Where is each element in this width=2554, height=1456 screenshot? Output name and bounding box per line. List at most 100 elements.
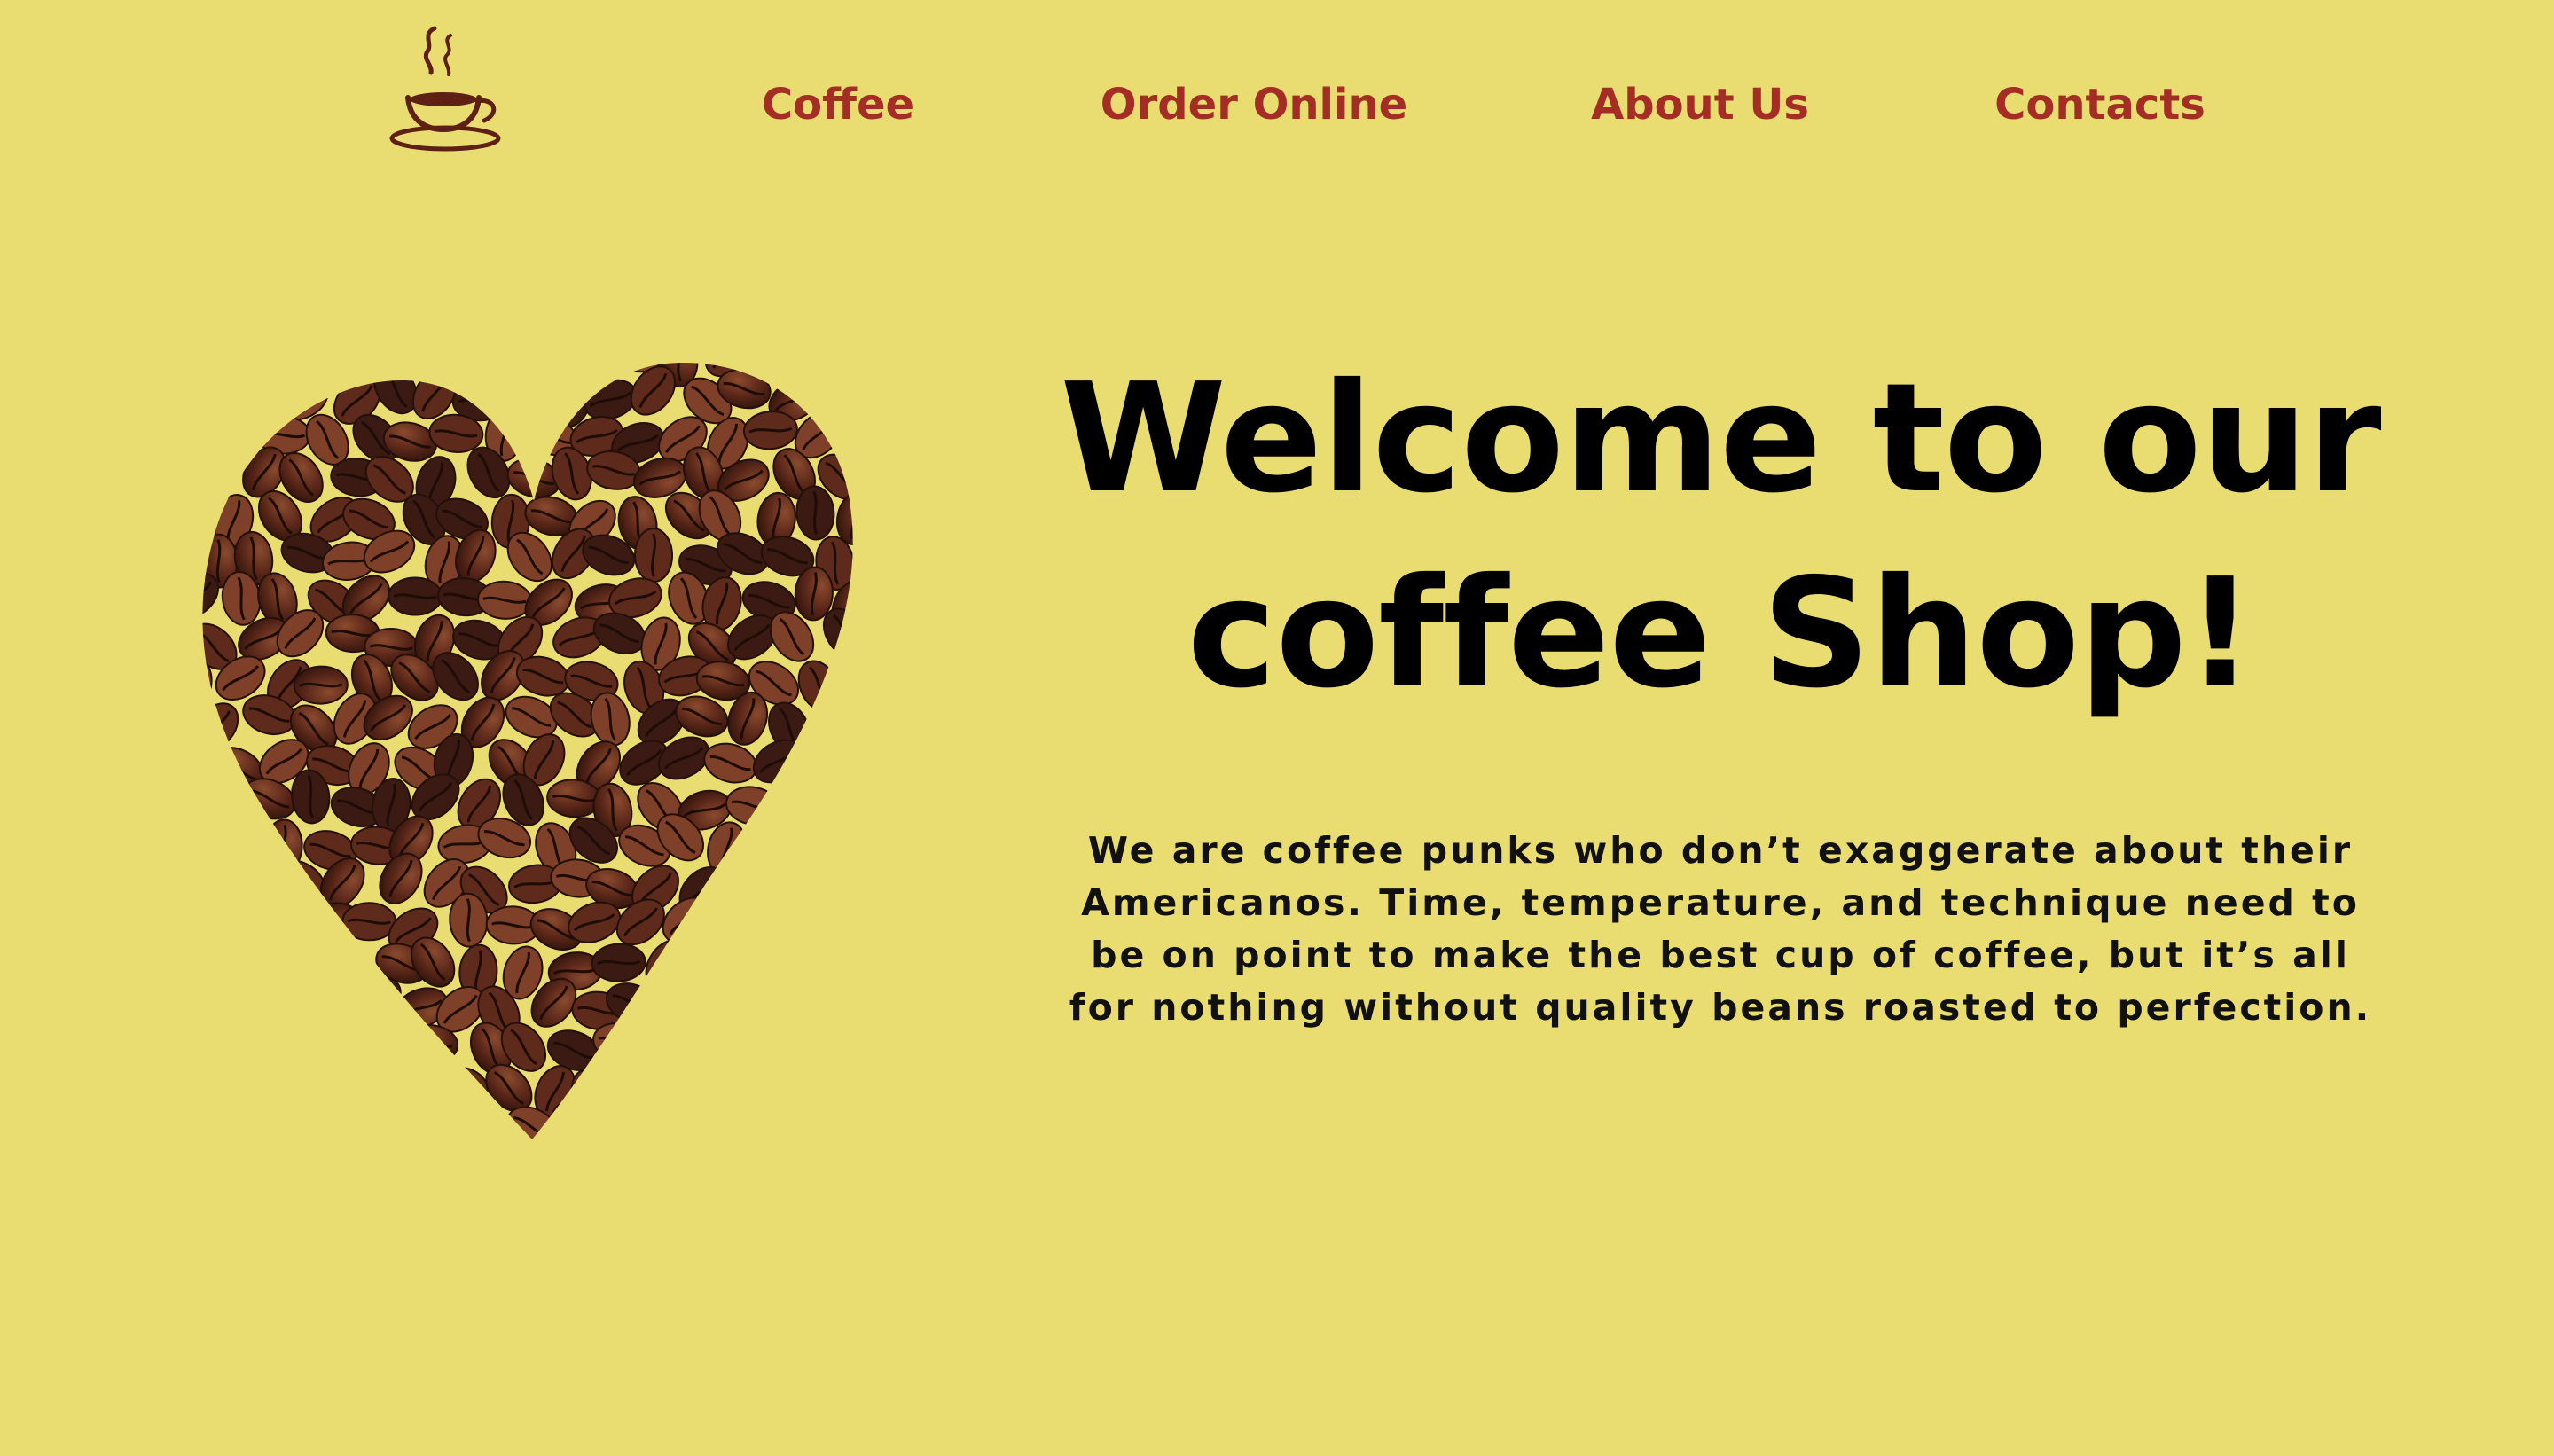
coffee-bean [856, 1092, 869, 1153]
coffee-bean [263, 974, 303, 1029]
coffee-bean [502, 374, 556, 415]
coffee-bean [202, 891, 215, 946]
coffee-bean [638, 1102, 678, 1140]
coffee-bean [803, 1054, 843, 1109]
coffee-bean [822, 941, 853, 997]
logo-shape [389, 26, 501, 152]
coffee-bean [249, 1064, 303, 1106]
hero-description: We are coffee punks who don’t exaggerate… [1069, 829, 2372, 1029]
coffee-bean [211, 363, 266, 375]
coffee-bean [283, 1019, 332, 1068]
coffee-bean [856, 615, 869, 679]
coffee-bean [202, 372, 237, 428]
coffee-bean [795, 485, 835, 541]
coffee-bean [263, 818, 303, 874]
coffee-bean [202, 862, 234, 910]
coffee-bean [647, 1015, 688, 1071]
coffee-bean [320, 1104, 375, 1140]
coffee-bean [654, 1054, 695, 1110]
coffee-bean [702, 988, 757, 1029]
coffee-bean [696, 901, 747, 947]
coffee-bean [688, 943, 728, 998]
coffee-bean [202, 409, 226, 453]
coffee-bean [671, 1022, 725, 1066]
coffee-bean [202, 973, 218, 1029]
coffee-bean [812, 858, 852, 914]
nav-link-contacts[interactable]: Contacts [1994, 73, 2205, 137]
coffee-bean [811, 779, 853, 820]
coffee-bean [202, 730, 215, 785]
coffee-bean [584, 1106, 636, 1140]
coffee-bean [376, 1103, 419, 1140]
coffee-bean [836, 990, 853, 1033]
coffee-bean [804, 1025, 853, 1070]
coffee-bean [793, 900, 836, 953]
coffee-bean [251, 906, 305, 948]
coffee-bean [242, 942, 284, 997]
coffee-bean [769, 786, 824, 827]
coffee-bean [634, 528, 674, 583]
coffee-bean [369, 1026, 410, 1081]
coffee-bean [341, 902, 397, 942]
coffee-bean [202, 830, 223, 870]
coffee-bean [476, 580, 532, 620]
coffee-bean [786, 363, 831, 380]
nav-link-order-online[interactable]: Order Online [1101, 73, 1407, 137]
nav-link-coffee[interactable]: Coffee [762, 73, 914, 137]
coffee-bean [427, 363, 483, 374]
coffee-bean [568, 363, 622, 374]
coffee-bean [482, 363, 527, 381]
coffee-bean [202, 447, 231, 503]
coffee-bean [858, 686, 869, 746]
coffee-bean [787, 985, 835, 1034]
coffee-bean [750, 901, 806, 942]
coffee-bean [524, 363, 565, 389]
coffee-bean [814, 364, 853, 414]
coffee-bean [231, 1027, 277, 1078]
coffee-beans-group [202, 363, 869, 1153]
coffee-bean [234, 367, 282, 416]
coffee-bean [774, 1031, 829, 1072]
coffee-bean [748, 989, 796, 1038]
coffee-bean [309, 1056, 349, 1112]
coffee-bean [218, 910, 273, 951]
coffee-cup-logo-icon[interactable] [388, 25, 513, 153]
coffee-bean [752, 1066, 807, 1107]
coffee-bean [860, 852, 869, 916]
coffee-bean [670, 982, 711, 1037]
coffee-bean [835, 1068, 853, 1110]
coffee-bean [706, 1073, 760, 1114]
coffee-bean [276, 940, 329, 984]
coffee-bean [310, 363, 350, 377]
landing-page: Coffee Order Online About Us Contacts We… [0, 0, 2554, 1456]
coffee-bean [398, 1060, 443, 1113]
coffee-bean [672, 1104, 726, 1140]
coffee-bean [834, 664, 853, 705]
coffee-bean [202, 1029, 238, 1071]
coffee-bean [316, 981, 356, 1037]
coffee-bean [284, 1106, 325, 1140]
coffee-bean [316, 943, 369, 986]
coffee-bean [202, 1097, 231, 1140]
coffee-bean [833, 899, 853, 942]
coffee-bean [837, 824, 853, 877]
coffee-bean [813, 1100, 853, 1140]
hero-section: Welcome to our coffee Shop! We are coffe… [1055, 341, 2386, 1034]
coffee-bean [850, 370, 853, 417]
coffee-bean [202, 937, 243, 982]
nav-link-about-us[interactable]: About Us [1591, 73, 1809, 137]
coffee-bean [861, 451, 869, 514]
coffee-bean [202, 789, 249, 830]
coffee-bean [840, 733, 853, 789]
coffee-bean [784, 825, 840, 865]
hero-title-line-2: coffee Shop! [1187, 546, 2255, 722]
coffee-bean [731, 1109, 780, 1140]
coffee-bean [434, 1066, 489, 1107]
coffee-bean [860, 529, 869, 593]
coffee-bean [384, 363, 439, 369]
coffee-bean [344, 1069, 391, 1121]
coffee-bean [322, 1031, 373, 1076]
coffee-bean [847, 363, 853, 380]
coffee-bean [591, 943, 646, 982]
coffee-bean [217, 977, 264, 1029]
